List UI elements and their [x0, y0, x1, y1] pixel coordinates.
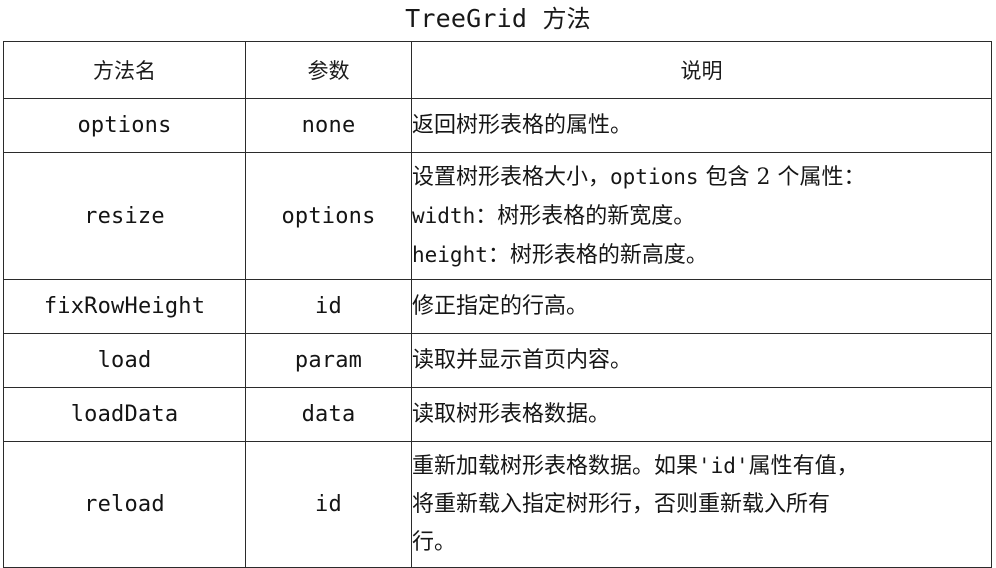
cell-description: 修正指定的行高。 [411, 279, 992, 334]
cell-description: 返回树形表格的属性。 [411, 98, 992, 153]
cell-description: 读取并显示首页内容。 [411, 333, 992, 388]
table-row: fixRowHeight id 修正指定的行高。 [3, 279, 992, 334]
description-line: 读取并显示首页内容。 [412, 342, 991, 380]
cell-parameter: param [245, 333, 412, 388]
description-text: 修正指定的行高。 [412, 293, 589, 319]
description-line: 返回树形表格的属性。 [412, 107, 991, 145]
page-title-mono: TreeGrid [405, 4, 528, 33]
column-header-description: 说明 [411, 41, 992, 99]
description-line: height：树形表格的新高度。 [412, 236, 991, 275]
description-line: 读取树形表格数据。 [412, 396, 991, 434]
table-body: options none 返回树形表格的属性。 resize options 设置树形表格… [3, 98, 992, 568]
cell-method-name: resize [3, 152, 246, 280]
cell-method-name: fixRowHeight [3, 279, 246, 334]
description-text: 行。 [412, 530, 457, 555]
description-code-token: height [412, 242, 488, 267]
cell-method-name: reload [3, 441, 246, 568]
table-row: reload id 重新加载树形表格数据。如果'id'属性有值， 将重新载入指定树形行… [3, 441, 992, 568]
cell-method-name: options [3, 98, 246, 153]
description-text: ：树形表格的新宽度。 [475, 203, 696, 229]
cell-description: 重新加载树形表格数据。如果'id'属性有值， 将重新载入指定树形行，否则重新载入所… [411, 441, 992, 568]
description-line: 重新加载树形表格数据。如果'id'属性有值， [412, 447, 991, 486]
cell-parameter: data [245, 387, 412, 442]
cell-method-name: loadData [3, 387, 246, 442]
table-row: options none 返回树形表格的属性。 [3, 98, 992, 153]
document-page: TreeGrid 方法 方法名 参数 说明 options none 返回树形表格的… [0, 0, 996, 568]
description-line: 修正指定的行高。 [412, 288, 991, 326]
cell-parameter: options [245, 152, 412, 280]
description-text: ：树形表格的新高度。 [487, 242, 708, 268]
description-text: 读取树形表格数据。 [412, 401, 611, 427]
table-header-row: 方法名 参数 说明 [3, 41, 992, 99]
description-text: 设置树形表格大小， [412, 164, 611, 190]
table-row: resize options 设置树形表格大小，options 包含 2 个属性： w… [3, 152, 992, 280]
cell-description: 读取树形表格数据。 [411, 387, 992, 442]
description-text: 重新加载树形表格数据。如果 [412, 454, 699, 479]
cell-method-name: load [3, 333, 246, 388]
cell-parameter: id [245, 279, 412, 334]
page-title: TreeGrid 方法 [0, 2, 996, 36]
page-title-cjk: 方法 [542, 5, 591, 33]
treegrid-methods-table: 方法名 参数 说明 options none 返回树形表格的属性。 resize opt… [3, 41, 992, 568]
cell-parameter: id [245, 441, 412, 568]
description-code-token: width [412, 203, 476, 228]
column-header-method-name: 方法名 [3, 41, 246, 99]
cell-parameter: none [245, 98, 412, 153]
column-header-parameter: 参数 [245, 41, 412, 99]
table-row: load param 读取并显示首页内容。 [3, 333, 992, 388]
description-text: 将重新载入指定树形行，否则重新载入所有 [412, 492, 831, 517]
description-text: 返回树形表格的属性。 [412, 112, 633, 138]
description-text: 属性有值， [748, 454, 859, 479]
cell-description: 设置树形表格大小，options 包含 2 个属性： width：树形表格的新宽度… [411, 152, 992, 280]
description-text: 包含 2 个属性： [698, 164, 866, 190]
description-text: 读取并显示首页内容。 [412, 347, 633, 373]
table-row: loadData data 读取树形表格数据。 [3, 387, 992, 442]
description-code-token: options [610, 164, 699, 189]
description-line: width：树形表格的新宽度。 [412, 197, 991, 236]
description-line: 将重新载入指定树形行，否则重新载入所有 [412, 486, 991, 524]
description-code-token: 'id' [698, 454, 749, 478]
description-line: 设置树形表格大小，options 包含 2 个属性： [412, 158, 991, 197]
description-line: 行。 [412, 524, 991, 562]
table-header: 方法名 参数 说明 [3, 41, 992, 99]
